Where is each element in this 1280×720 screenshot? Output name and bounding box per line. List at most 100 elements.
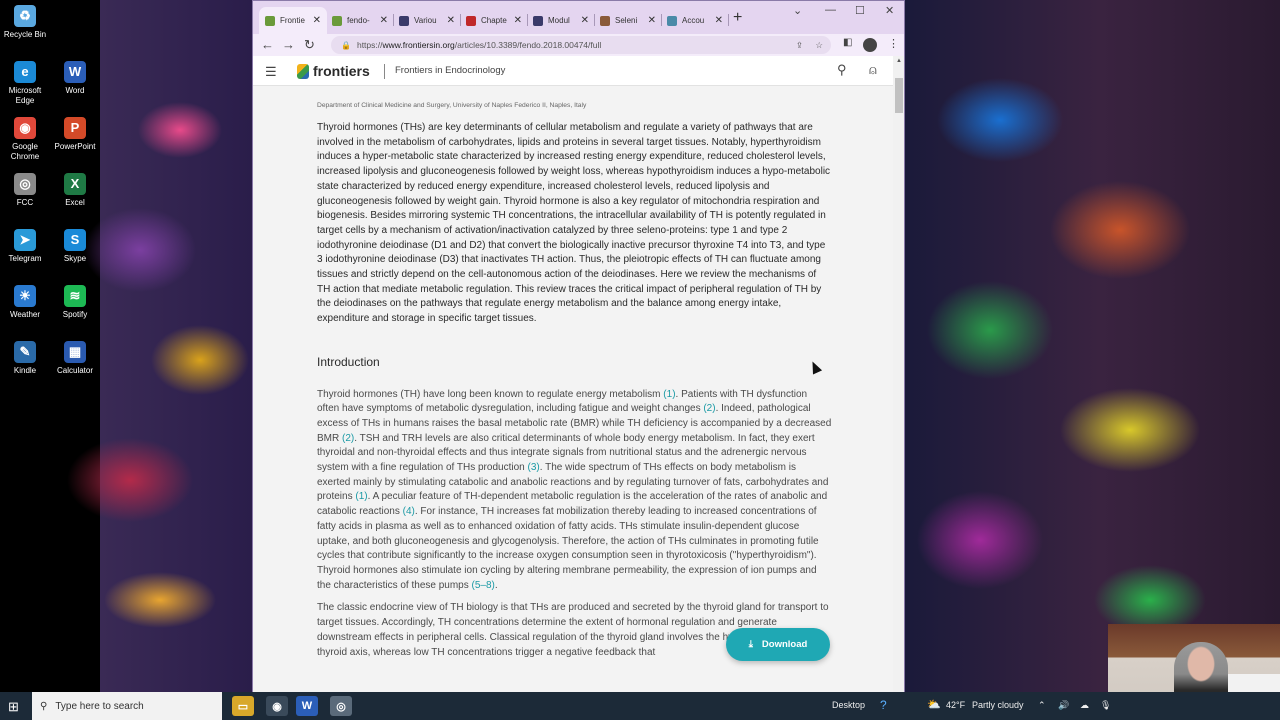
tab-close-icon[interactable]: ✕	[447, 15, 455, 26]
logo-text: frontiers	[313, 63, 370, 79]
frontiers-logo-mark	[297, 63, 309, 79]
taskbar-chrome-icon[interactable]: ◉	[266, 696, 288, 716]
profile-avatar[interactable]	[863, 38, 877, 52]
tab-title: fendo-	[347, 16, 370, 25]
affiliation: Department of Clinical Medicine and Surg…	[317, 102, 587, 109]
desktop-icon-recycle-bin[interactable]: ♻ Recycle Bin	[0, 5, 50, 40]
weather-temperature[interactable]: 42°F	[946, 700, 965, 710]
tab-title: Chapte	[481, 16, 507, 25]
desktop-icon-fcc[interactable]: ◎ FCC	[0, 173, 50, 208]
search-icon: ⚲	[40, 700, 48, 712]
search-icon[interactable]: ⚲	[837, 62, 847, 78]
tab-close-icon[interactable]: ✕	[514, 15, 522, 26]
tab-title: Modul	[548, 16, 570, 25]
file-explorer-icon[interactable]: ▭	[232, 696, 254, 716]
reference-link[interactable]: (4)	[403, 506, 415, 517]
word-icon: W	[64, 61, 86, 83]
header-divider	[384, 64, 385, 79]
download-button[interactable]: ⤓ Download	[726, 628, 830, 661]
desktop-icon-microsoft-edge[interactable]: e Microsoft Edge	[0, 61, 50, 106]
desktop-icon-skype[interactable]: S Skype	[50, 229, 100, 264]
desktop-icon-label: Calculator	[56, 366, 93, 375]
tab-favicon-icon	[533, 15, 543, 26]
desktop-icon-label: Recycle Bin	[3, 30, 47, 39]
back-button[interactable]: ←	[261, 37, 274, 52]
tab-close-icon[interactable]: ✕	[648, 15, 656, 26]
url-path: /articles/10.3389/fendo.2018.00474/full	[454, 40, 602, 50]
reference-link[interactable]: (1)	[663, 389, 675, 400]
reference-link[interactable]: (5–8)	[472, 580, 495, 591]
tab-close-icon[interactable]: ✕	[313, 15, 321, 26]
browser-tab[interactable]: Seleni ✕	[594, 7, 662, 34]
journal-name[interactable]: Frontiers in Endocrinology	[395, 65, 505, 76]
onedrive-cloud-icon[interactable]: ☁	[1080, 700, 1089, 711]
menu-kebab-icon[interactable]: ⋮	[888, 37, 899, 50]
desktop-icon-label: FCC	[16, 198, 34, 207]
desktop-icon-calculator[interactable]: ▦ Calculator	[50, 341, 100, 376]
help-icon[interactable]: ?	[880, 698, 887, 712]
article-content: Department of Clinical Medicine and Surg…	[317, 101, 832, 668]
desktop-icon-telegram[interactable]: ➤ Telegram	[0, 229, 50, 264]
hamburger-menu-icon[interactable]: ☰	[265, 64, 277, 80]
minimize-button[interactable]: —	[825, 4, 836, 16]
weather-description[interactable]: Partly cloudy	[972, 700, 1024, 710]
paragraph-text: . For instance, TH increases fat mobiliz…	[317, 506, 819, 591]
browser-toolbar: ← → ↻ 🔒 https://www.frontiersin.org/arti…	[253, 34, 904, 56]
browser-tab[interactable]: fendo- ✕	[326, 7, 394, 34]
scroll-up-arrow[interactable]: ▲	[896, 58, 902, 64]
weather-tray-icon[interactable]: ⛅	[927, 698, 941, 711]
browser-window: + ⌄ — ☐ ✕ Frontie ✕ fendo- ✕ Variou ✕ Chapte ✕ M…	[252, 0, 905, 700]
page-scrollbar[interactable]: ▲ ▼	[893, 56, 904, 699]
reference-link[interactable]: (2)	[342, 433, 354, 444]
tab-close-icon[interactable]: ✕	[380, 15, 388, 26]
browser-tab[interactable]: Frontie ✕	[259, 7, 327, 34]
tab-search-icon[interactable]: ⌄	[793, 4, 802, 17]
show-hidden-icons-chevron[interactable]: ⌃	[1038, 700, 1046, 711]
close-window-button[interactable]: ✕	[885, 4, 894, 17]
desktop-icon-label: Kindle	[13, 366, 37, 375]
taskbar-search[interactable]: ⚲ Type here to search	[32, 692, 222, 720]
reload-button[interactable]: ↻	[304, 37, 315, 53]
microphone-icon[interactable]: 🎙	[1100, 700, 1111, 711]
reference-link[interactable]: (2)	[703, 403, 715, 414]
tab-close-icon[interactable]: ✕	[715, 15, 723, 26]
desktop-icon-label: Skype	[63, 254, 87, 263]
forward-button[interactable]: →	[282, 37, 295, 52]
telegram-icon: ➤	[14, 229, 36, 251]
share-icon[interactable]: ⇪	[796, 40, 803, 51]
tab-close-icon[interactable]: ✕	[581, 15, 589, 26]
desktop-icon-powerpoint[interactable]: P PowerPoint	[50, 117, 100, 152]
browser-tab[interactable]: Variou ✕	[393, 7, 461, 34]
address-bar[interactable]: 🔒 https://www.frontiersin.org/articles/1…	[331, 36, 831, 54]
desktop-icon-word[interactable]: W Word	[50, 61, 100, 96]
desktop-icon-excel[interactable]: X Excel	[50, 173, 100, 208]
tab-favicon-icon	[332, 15, 342, 26]
user-account-icon[interactable]: ⍝	[869, 62, 877, 78]
desktop-icon-google-chrome[interactable]: ◉ Google Chrome	[0, 117, 50, 162]
desktop-icon-spotify[interactable]: ≋ Spotify	[50, 285, 100, 320]
scrollbar-thumb[interactable]	[895, 78, 903, 113]
desktop-icon-weather[interactable]: ☀ Weather	[0, 285, 50, 320]
bookmark-star-icon[interactable]: ☆	[815, 40, 823, 51]
sidepanel-icon[interactable]: ◧	[843, 37, 852, 48]
desktop-toolbar-label[interactable]: Desktop	[832, 700, 865, 710]
taskbar-word-icon[interactable]: W	[296, 696, 318, 716]
tab-favicon-icon	[265, 15, 275, 26]
download-icon: ⤓	[748, 639, 753, 650]
desktop-icon-kindle[interactable]: ✎ Kindle	[0, 341, 50, 376]
reference-link[interactable]: (1)	[355, 491, 367, 502]
tab-favicon-icon	[600, 15, 610, 26]
volume-icon[interactable]: 🔊	[1058, 700, 1069, 711]
browser-tab[interactable]: Modul ✕	[527, 7, 595, 34]
browser-tab[interactable]: Accou ✕	[661, 7, 729, 34]
chrome-icon: ◉	[14, 117, 36, 139]
reference-link[interactable]: (3)	[527, 462, 539, 473]
windows-start-icon[interactable]: ⊞	[8, 699, 19, 715]
browser-tab[interactable]: Chapte ✕	[460, 7, 528, 34]
taskbar-fcc-icon[interactable]: ◎	[330, 696, 352, 716]
edge-icon: e	[14, 61, 36, 83]
maximize-button[interactable]: ☐	[855, 4, 865, 17]
frontiers-logo[interactable]: frontiers	[297, 63, 370, 79]
desktop-icon-label: Weather	[9, 310, 41, 319]
new-tab-button[interactable]: +	[733, 9, 742, 27]
